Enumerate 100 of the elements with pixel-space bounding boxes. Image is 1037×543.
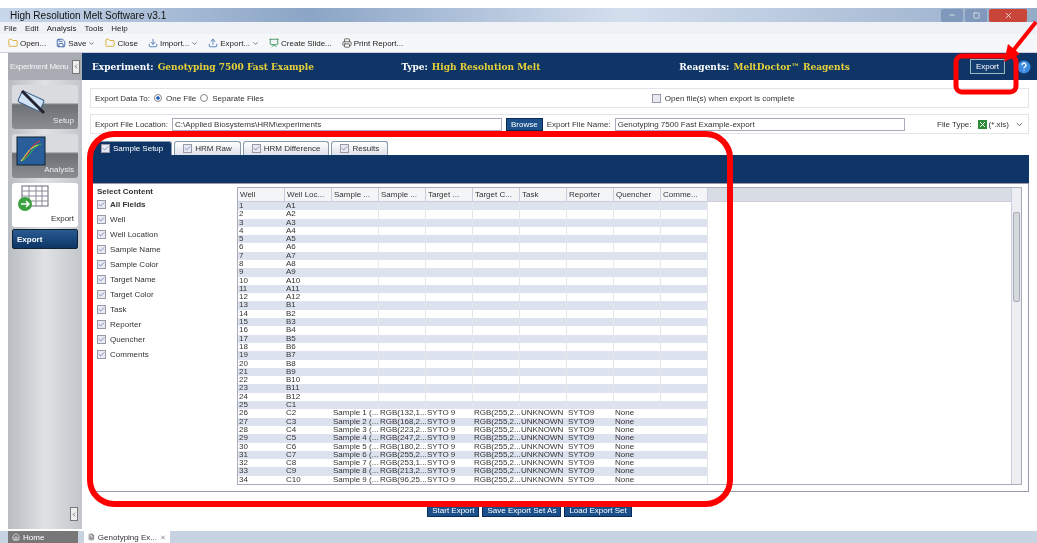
toolbar-button[interactable]: Open... [6, 38, 49, 48]
table-cell-text: 10 [238, 276, 249, 285]
taskbar-tab[interactable]: Home [8, 531, 78, 543]
table-cell: Sample 9 (... [332, 475, 379, 484]
sidebar-tile[interactable]: Export [12, 183, 78, 227]
tab[interactable]: HRM Raw [174, 141, 241, 155]
checkbox[interactable] [97, 215, 106, 224]
table-cell: Sample 5 (... [332, 442, 379, 451]
table-cell-text: SYTO 9 [427, 450, 457, 459]
table-cell-text: 13 [238, 301, 249, 310]
sidebar-item[interactable]: Export [12, 229, 78, 249]
table-cell-text: B8 [285, 359, 297, 368]
chart-icon [16, 136, 46, 166]
table-cell: RGB(255,2... [473, 434, 520, 443]
checkbox[interactable] [97, 335, 106, 344]
checkbox[interactable] [651, 93, 661, 103]
collapse-button[interactable] [70, 507, 78, 521]
table-cell-text: 25 [238, 401, 249, 410]
toolbar-button[interactable]: Import... [145, 38, 201, 48]
toolbar-button[interactable]: Save [54, 38, 98, 48]
table-cell-text: SYTO9 [567, 434, 596, 443]
checkbox[interactable] [340, 144, 350, 153]
table-cell: RGB(168,2... [379, 417, 426, 426]
maximize-button[interactable] [965, 8, 987, 22]
annotation-outline [953, 53, 1019, 95]
column-header[interactable]: Quencher [614, 188, 661, 201]
annotation-arrow [1004, 20, 1037, 62]
location-field[interactable]: C:\Applied Biosystems\HRM\experiments [171, 117, 502, 131]
toolbar-button[interactable]: Print Report... [339, 38, 406, 48]
checkbox-label: Sample Name [110, 245, 161, 254]
table-cell-text: C3 [285, 417, 298, 426]
close-icon[interactable] [160, 533, 166, 541]
radio-button[interactable] [200, 94, 209, 102]
checkbox[interactable] [97, 245, 106, 254]
table-cell: RGB(247,2... [379, 434, 426, 443]
table-cell-text: 18 [238, 342, 249, 352]
tab[interactable]: HRM Difference [242, 141, 330, 155]
minimize-button[interactable] [941, 8, 963, 22]
browse-button[interactable]: Browse [505, 117, 543, 131]
checkbox[interactable] [97, 350, 106, 359]
help-icon[interactable] [1017, 59, 1031, 74]
table-cell-text: None [614, 442, 636, 451]
table-cell-text: C4 [285, 425, 298, 435]
column-header[interactable]: Task [520, 188, 567, 201]
table-cell-text: 21 [238, 367, 249, 377]
column-header[interactable]: Reporter [567, 188, 614, 201]
table-cell-text: None [614, 425, 636, 435]
checkbox[interactable] [251, 144, 261, 153]
table-cell-text: SYTO9 [567, 417, 596, 426]
menu-item[interactable]: Tools [84, 23, 104, 33]
table-cell-text: Sample 3 (... [332, 425, 379, 434]
close-button[interactable] [989, 8, 1027, 22]
checkbox[interactable] [97, 260, 106, 269]
header-value: MeltDoctor™ Reagents [733, 61, 850, 72]
checkbox[interactable] [97, 200, 106, 209]
column-header[interactable]: Well Loc... [285, 188, 332, 201]
column-header[interactable]: Target ... [426, 188, 473, 201]
checkbox[interactable] [97, 230, 106, 239]
table-cell-text: SYTO9 [567, 442, 596, 451]
table-cell-text: RGB(255,2... [379, 450, 426, 459]
table-cell-text: A6 [285, 243, 297, 252]
table-cell-text: 32 [238, 459, 249, 468]
tab[interactable]: Results [331, 141, 389, 155]
column-header[interactable]: Target C... [473, 188, 520, 201]
table-cell-text: UNKNOWN [521, 442, 565, 451]
file-name-field[interactable]: Genotyping 7500 Fast Example-export [614, 117, 905, 131]
checkbox[interactable] [97, 290, 106, 299]
file-type-select[interactable]: (*.xls) [975, 117, 1011, 131]
toolbar-button[interactable]: Create Slide... [267, 38, 334, 48]
column-header[interactable]: Well [238, 188, 285, 201]
scrollbar[interactable] [1011, 188, 1021, 484]
radio-label: Separate Files [212, 93, 264, 103]
menu-item[interactable]: Edit [24, 23, 39, 33]
checkbox[interactable] [97, 320, 106, 329]
column-header[interactable]: Sample ... [332, 188, 379, 201]
checkbox[interactable] [97, 305, 106, 314]
collapse-button[interactable] [72, 59, 80, 74]
tab[interactable]: Sample Setup [92, 141, 173, 155]
checkbox[interactable] [97, 275, 106, 284]
section-title: Select Content [97, 187, 153, 196]
taskbar-tab[interactable]: Genotyping Ex... [84, 531, 170, 543]
checkbox-label: Task [110, 305, 127, 314]
menu-item[interactable]: Help [111, 23, 128, 33]
toolbar-button[interactable]: Export... [206, 38, 262, 48]
table-cell-text: 23 [238, 384, 249, 393]
printer-icon [341, 38, 352, 48]
table-cell-text: None [614, 450, 636, 460]
table-cell-text: C10 [285, 475, 302, 484]
table-cell-text: 26 [238, 409, 249, 418]
table-cell-text: UNKNOWN [521, 475, 565, 484]
checkbox[interactable] [101, 144, 110, 153]
column-header[interactable]: Sample ... [379, 188, 426, 201]
radio-button[interactable] [154, 94, 162, 102]
menu-item[interactable]: Analysis [46, 23, 77, 33]
menu-item[interactable]: File [4, 23, 17, 33]
checkbox[interactable] [183, 144, 193, 153]
table-cell-text: C9 [285, 467, 298, 476]
toolbar-button[interactable]: Close [103, 38, 140, 48]
export-button[interactable]: Export [969, 59, 1005, 74]
table-cell: Sample 7 (... [332, 459, 379, 468]
